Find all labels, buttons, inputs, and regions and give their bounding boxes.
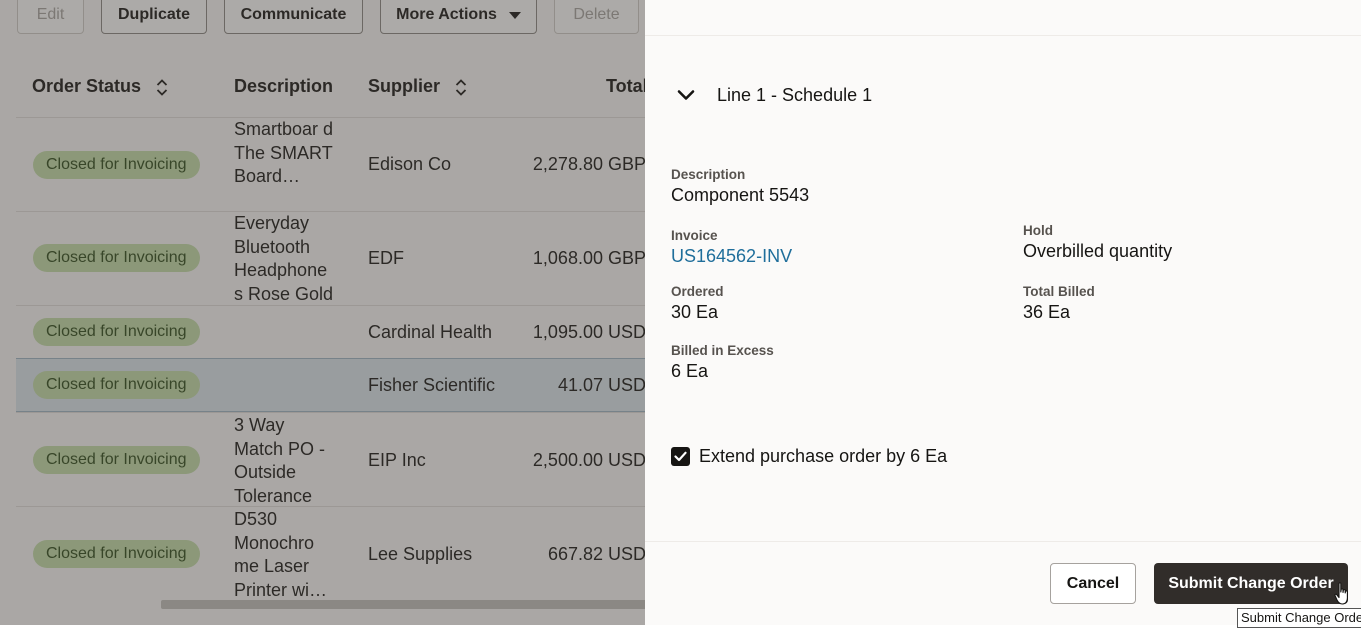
- total-billed-label: Total Billed: [1023, 284, 1095, 299]
- schedule-drawer: Line 1 - Schedule 1 Description Componen…: [645, 0, 1361, 628]
- supplier-cell: Lee Supplies: [368, 544, 473, 564]
- submit-change-order-button[interactable]: Submit Change Order: [1154, 563, 1348, 604]
- supplier-cell: EDF: [368, 248, 404, 268]
- table-row-selected[interactable]: Closed for Invoicing Fisher Scientific 4…: [16, 358, 645, 412]
- more-actions-button[interactable]: More Actions: [380, 0, 537, 34]
- horizontal-scrollbar[interactable]: [161, 600, 645, 609]
- description-value: Component 5543: [671, 185, 810, 205]
- description-cell: Smartboar d The SMART Board…: [234, 119, 334, 186]
- sort-icon: [455, 78, 467, 96]
- submit-tooltip: Submit Change Order: [1237, 608, 1361, 628]
- total-cell: 2,500.00 USD: [532, 450, 645, 470]
- header-supplier-label: Supplier: [368, 76, 441, 96]
- supplier-cell: Cardinal Health: [368, 322, 493, 342]
- divider: [645, 35, 1361, 36]
- chevron-down-icon: [677, 90, 695, 100]
- hand-cursor-icon: [1334, 582, 1348, 605]
- table-row[interactable]: Closed for Invoicing 3 Way Match PO - Ou…: [16, 412, 645, 506]
- status-badge: Closed for Invoicing: [33, 151, 200, 179]
- description-cell: Everyday Bluetooth Headphone s Rose Gold: [234, 213, 334, 304]
- total-billed-value: 36 Ea: [1023, 302, 1071, 322]
- header-description: Description: [234, 76, 334, 96]
- header-order-status-label: Order Status: [32, 76, 142, 96]
- duplicate-button[interactable]: Duplicate: [101, 0, 207, 34]
- description-cell: 3 Way Match PO - Outside Tolerance: [234, 415, 326, 506]
- chevron-down-icon: [508, 11, 521, 19]
- description-cell: D530 Monochro me Laser Printer wi…: [234, 509, 328, 600]
- status-badge: Closed for Invoicing: [33, 371, 200, 399]
- invoice-label: Invoice: [671, 228, 718, 243]
- collapse-section-button[interactable]: [675, 84, 697, 106]
- communicate-button[interactable]: Communicate: [224, 0, 363, 34]
- ordered-value: 30 Ea: [671, 302, 719, 322]
- table-row[interactable]: Closed for Invoicing Everyday Bluetooth …: [16, 211, 645, 305]
- extend-po-label[interactable]: Extend purchase order by 6 Ea: [699, 446, 947, 467]
- table-row[interactable]: Closed for Invoicing D530 Monochro me La…: [16, 506, 645, 600]
- status-badge: Closed for Invoicing: [33, 446, 200, 474]
- divider: [645, 541, 1361, 542]
- total-cell: 1,095.00 USD: [532, 322, 645, 342]
- cancel-button[interactable]: Cancel: [1050, 563, 1136, 604]
- total-cell: 1,068.00 GBP: [532, 248, 645, 268]
- total-cell: 2,278.80 GBP: [532, 154, 645, 174]
- description-label: Description: [671, 167, 746, 182]
- billed-in-excess-label: Billed in Excess: [671, 343, 774, 358]
- status-badge: Closed for Invoicing: [33, 318, 200, 346]
- total-cell: 41.07 USD: [557, 375, 645, 395]
- supplier-cell: Edison Co: [368, 154, 452, 174]
- edit-button[interactable]: Edit: [17, 0, 84, 34]
- checkmark-icon: [674, 451, 687, 462]
- ordered-label: Ordered: [671, 284, 724, 299]
- header-supplier[interactable]: Supplier: [368, 76, 467, 97]
- total-cell: 667.82 USD: [547, 544, 645, 564]
- extend-po-checkbox[interactable]: [671, 447, 690, 466]
- table-row[interactable]: Closed for Invoicing Smartboar d The SMA…: [16, 117, 645, 211]
- header-order-status[interactable]: Order Status: [32, 76, 168, 97]
- header-total: Total: [606, 76, 645, 96]
- supplier-cell: Fisher Scientific: [368, 375, 496, 395]
- delete-button[interactable]: Delete: [554, 0, 639, 34]
- invoice-link[interactable]: US164562-INV: [671, 246, 792, 267]
- billed-in-excess-value: 6 Ea: [671, 361, 709, 381]
- hold-label: Hold: [1023, 223, 1053, 238]
- section-title: Line 1 - Schedule 1: [717, 85, 873, 105]
- hold-value: Overbilled quantity: [1023, 241, 1173, 261]
- purchase-orders-page: Edit Duplicate Communicate More Actions …: [0, 0, 645, 625]
- more-actions-label: More Actions: [396, 6, 497, 23]
- supplier-cell: EIP Inc: [368, 450, 426, 470]
- sort-icon: [156, 78, 168, 96]
- status-badge: Closed for Invoicing: [33, 540, 200, 568]
- table-row[interactable]: Closed for Invoicing Cardinal Health 1,0…: [16, 305, 645, 358]
- status-badge: Closed for Invoicing: [33, 244, 200, 272]
